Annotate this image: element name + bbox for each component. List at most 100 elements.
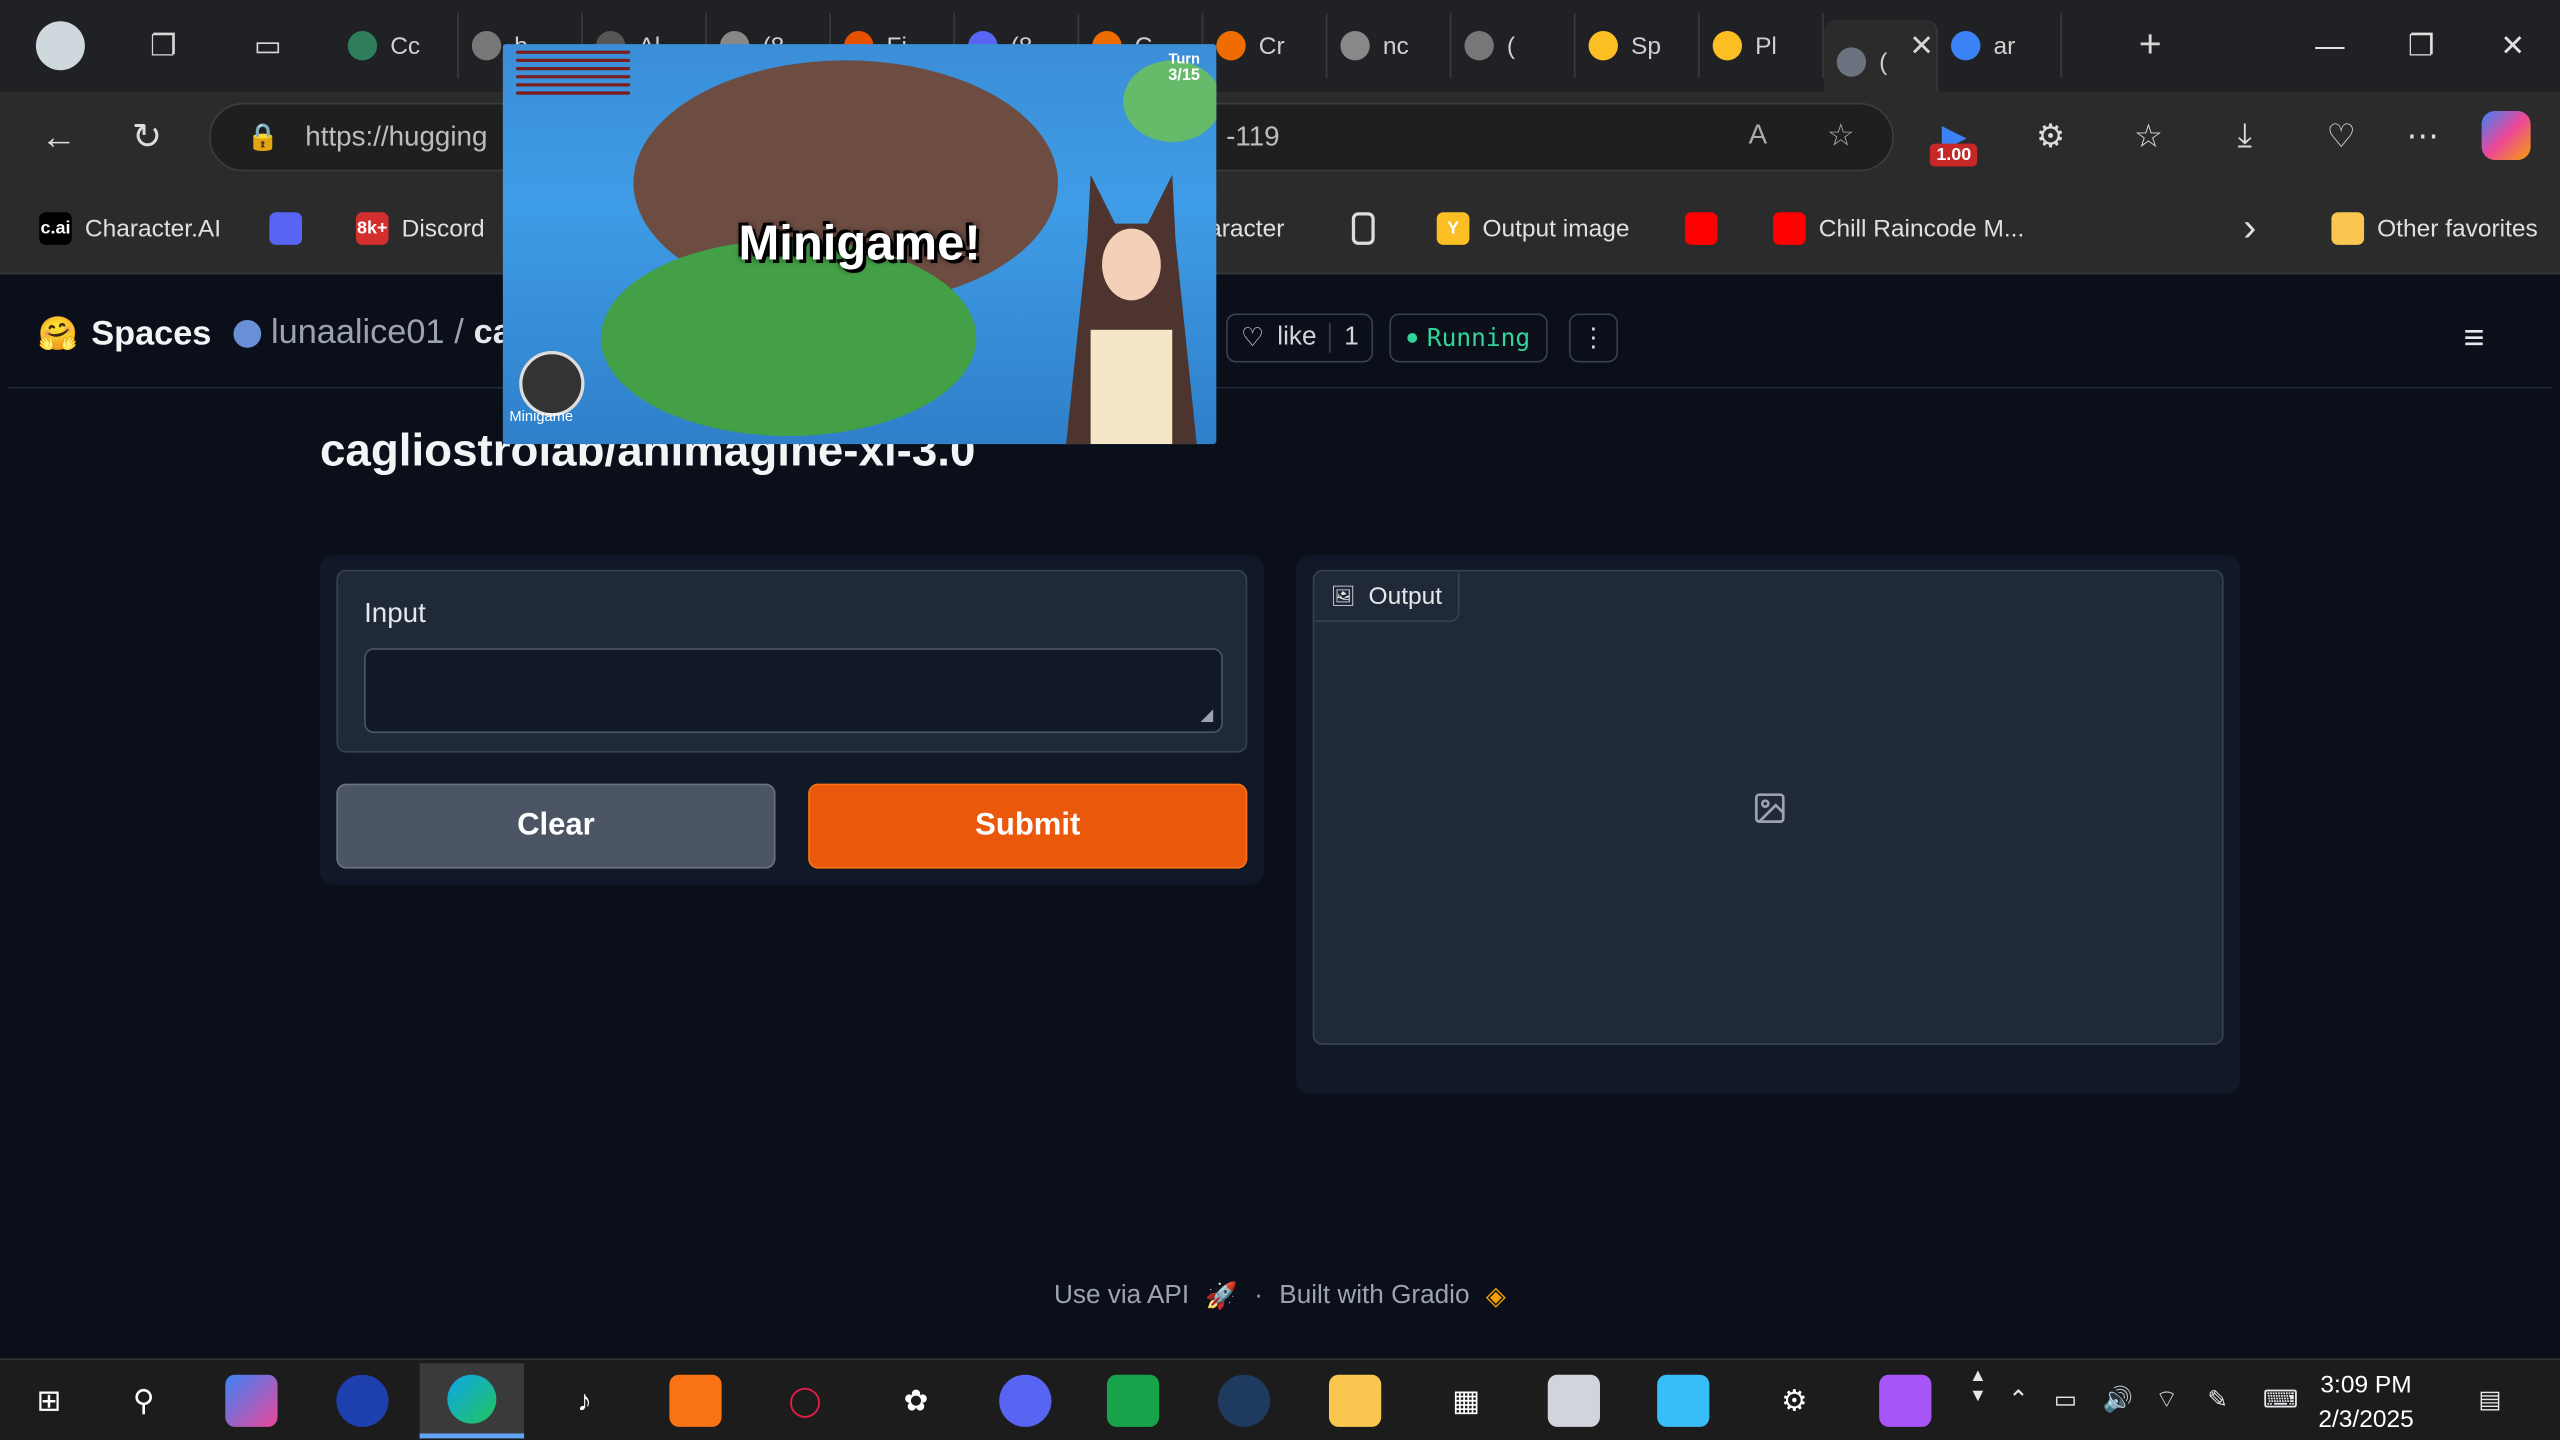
- minigame-logo-icon: [519, 351, 585, 417]
- browser-tab[interactable]: Cr: [1203, 13, 1328, 79]
- favorite-icon: Y: [1436, 212, 1470, 245]
- microsoft-store-icon[interactable]: ▦: [1440, 1375, 1492, 1427]
- scroll-arrows-icon[interactable]: ▲ ▼: [1969, 1367, 1987, 1406]
- tab-favicon-icon: [1340, 31, 1370, 61]
- output-block: 🖼 Output: [1312, 569, 2224, 1045]
- favorite-item[interactable]: [1684, 209, 1718, 248]
- workspaces-icon[interactable]: ❐: [140, 23, 186, 69]
- favorite-item[interactable]: 8k+ Discord: [355, 209, 485, 248]
- browser-tab[interactable]: Sp: [1576, 13, 1700, 79]
- browser-tab[interactable]: ar: [1938, 13, 2063, 79]
- resize-handle-icon[interactable]: ◢: [1200, 707, 1213, 725]
- output-panel: 🖼 Output: [1296, 555, 2240, 1094]
- input-textarea[interactable]: [364, 648, 1223, 734]
- page-content: 🤗 Spaces lunaalice01 / ca ♡ like 1 Runni…: [8, 280, 2552, 1352]
- refresh-icon[interactable]: ↻: [121, 111, 173, 163]
- app-icon[interactable]: [1106, 1374, 1160, 1427]
- discord-taskbar-icon[interactable]: [999, 1374, 1052, 1427]
- favorite-icon: 8k+: [355, 212, 389, 245]
- use-api-link[interactable]: Use via API: [1054, 1282, 1189, 1311]
- url-text-tail: -119: [1226, 120, 1280, 152]
- more-options-icon[interactable]: ⋮: [1568, 313, 1618, 363]
- taskbar: ⊞ ⚲ ♪ ◯ ✿ ▦ ⚙ ▲ ▼ ⌃ ▭ 🔊 ⌔ ✎ ⌨ 3:09 PM 2/3…: [0, 1358, 2560, 1440]
- volume-icon[interactable]: 🔊: [2103, 1384, 2134, 1414]
- back-icon[interactable]: ←: [33, 111, 85, 163]
- favorite-item[interactable]: c.ai Character.AI: [39, 209, 221, 248]
- pen-icon[interactable]: ✎: [2207, 1384, 2228, 1414]
- steam-icon[interactable]: [1217, 1374, 1271, 1427]
- footer: Use via API 🚀 · Built with Gradio ◈: [1054, 1281, 1506, 1312]
- tab-favicon-icon: [1464, 31, 1494, 61]
- input-label: Input: [364, 597, 426, 629]
- built-with-gradio-link[interactable]: Built with Gradio: [1279, 1282, 1469, 1311]
- new-tab-icon[interactable]: +: [2127, 23, 2173, 69]
- favorite-item[interactable]: aracter: [1208, 209, 1284, 248]
- favorite-item[interactable]: Other favorites: [2331, 209, 2538, 248]
- favorite-label: Output image: [1482, 214, 1630, 243]
- browser-tab[interactable]: (: [1451, 13, 1576, 79]
- settings-icon[interactable]: ⚙: [1768, 1375, 1820, 1427]
- favorite-item[interactable]: Chill Raincode M...: [1773, 209, 2024, 248]
- start-icon[interactable]: ⊞: [23, 1375, 75, 1427]
- submit-button[interactable]: Submit: [808, 783, 1248, 869]
- favorite-label: Other favorites: [2377, 214, 2538, 243]
- battery-icon[interactable]: ▭: [2054, 1384, 2077, 1414]
- favorite-icon: [1684, 212, 1718, 245]
- browser-tab[interactable]: Pl: [1700, 13, 1824, 79]
- downloads-icon[interactable]: ⤓: [2220, 111, 2269, 160]
- hugging-face-icon: 🤗: [37, 316, 79, 353]
- minimize-icon[interactable]: —: [2284, 0, 2375, 91]
- favorites-icon[interactable]: ☆: [2124, 111, 2173, 160]
- keyboard-icon[interactable]: ⌨: [2263, 1384, 2298, 1414]
- tab-favicon-icon: [1951, 31, 1981, 61]
- input-block: Input ◢: [336, 569, 1248, 753]
- app-icon[interactable]: ✿: [890, 1375, 942, 1427]
- browser-essentials-icon[interactable]: ♡: [2317, 111, 2366, 160]
- opera-icon[interactable]: ◯: [779, 1375, 831, 1427]
- tiktok-icon[interactable]: ♪: [558, 1375, 610, 1427]
- image-icon: 🖼: [1330, 584, 1356, 608]
- favorite-icon: [1351, 212, 1375, 245]
- app-icon[interactable]: [336, 1374, 389, 1427]
- status-badge[interactable]: Running: [1389, 313, 1549, 363]
- vertical-tabs-icon[interactable]: ▭: [245, 23, 291, 69]
- clear-button[interactable]: Clear: [336, 783, 776, 869]
- profile-avatar[interactable]: [35, 21, 85, 71]
- notifications-icon[interactable]: ▤: [2478, 1384, 2501, 1414]
- wifi-icon[interactable]: ⌔: [2155, 1384, 2178, 1415]
- search-icon[interactable]: ⚲: [118, 1375, 170, 1427]
- menu-icon[interactable]: ≡: [2464, 317, 2485, 359]
- browser-tab[interactable]: nc: [1327, 13, 1452, 79]
- spaces-link[interactable]: 🤗 Spaces: [38, 313, 212, 354]
- read-aloud-icon[interactable]: A: [1749, 119, 1768, 152]
- tab-favicon-icon: [347, 31, 378, 61]
- close-tab-icon[interactable]: ✕: [1899, 23, 1945, 69]
- app-icon[interactable]: [1879, 1374, 1932, 1427]
- favorite-item[interactable]: [1351, 209, 1375, 248]
- video-overlay[interactable]: Turn 3/15 Minigame! Minigame: [502, 44, 1217, 445]
- extensions-puzzle-icon[interactable]: ⚙: [2026, 111, 2075, 160]
- browser-tab[interactable]: Cc: [335, 13, 459, 79]
- chevron-right-icon[interactable]: ›: [2243, 206, 2256, 250]
- roblox-icon[interactable]: [1547, 1374, 1600, 1427]
- tab-label: ar: [1993, 31, 2016, 60]
- show-hidden-icon[interactable]: ⌃: [2008, 1384, 2029, 1414]
- tab-label: (: [1506, 31, 1516, 60]
- app-icon[interactable]: [669, 1374, 722, 1427]
- file-explorer-icon[interactable]: [1328, 1374, 1382, 1427]
- hf-header: 🤗 Spaces lunaalice01 / ca ♡ like 1 Runni…: [8, 281, 2552, 389]
- favorite-item[interactable]: Y Output image: [1436, 209, 1630, 248]
- app-icon[interactable]: [1657, 1374, 1710, 1427]
- player-list: [515, 50, 631, 100]
- clock[interactable]: 3:09 PM 2/3/2025: [2318, 1368, 2413, 1437]
- restore-icon[interactable]: ❐: [2376, 0, 2467, 91]
- copilot-taskbar-icon[interactable]: [225, 1374, 278, 1427]
- favorite-star-icon[interactable]: ☆: [1827, 118, 1855, 156]
- edge-taskbar-button[interactable]: [419, 1363, 525, 1439]
- favorite-item[interactable]: [269, 209, 303, 248]
- window-close-icon[interactable]: ✕: [2467, 0, 2558, 91]
- copilot-icon[interactable]: [2481, 111, 2531, 160]
- more-icon[interactable]: ⋯: [2398, 111, 2447, 160]
- like-button[interactable]: ♡ like 1: [1226, 313, 1374, 363]
- owner-link[interactable]: lunaalice01: [271, 313, 444, 352]
